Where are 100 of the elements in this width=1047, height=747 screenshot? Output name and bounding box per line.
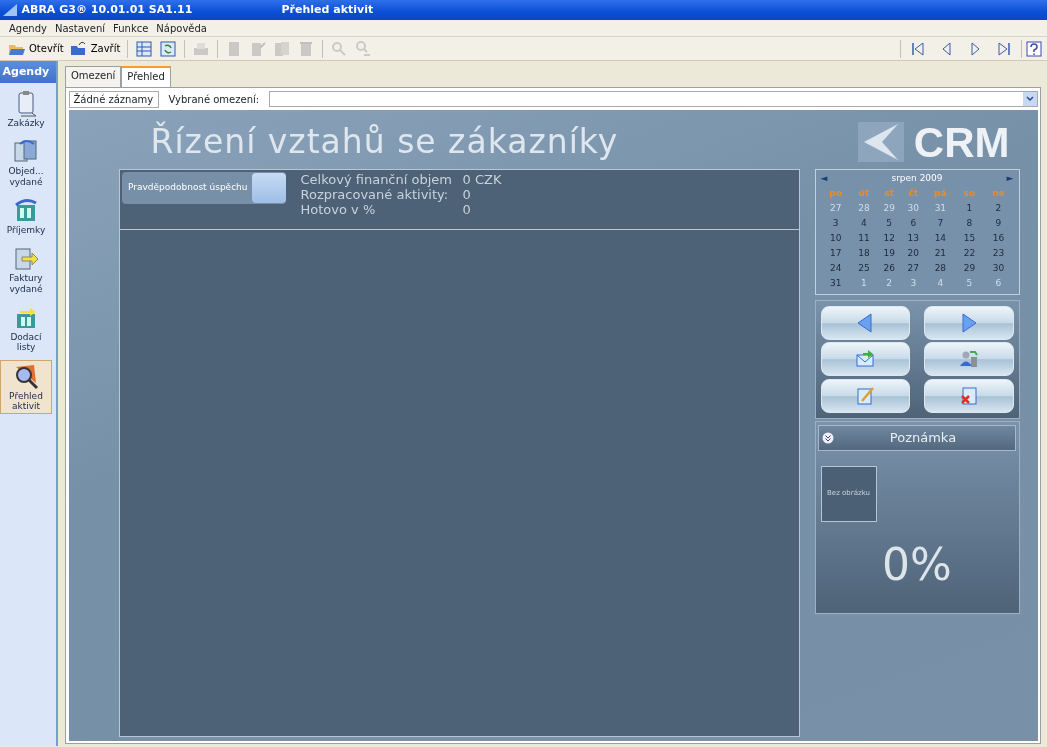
calendar-day[interactable]: 24: [820, 261, 851, 276]
calendar-day[interactable]: 9: [983, 216, 1014, 231]
menu-item[interactable]: Agendy: [5, 20, 51, 36]
success-probability-button[interactable]: Pravděpodobnost úspěchu: [122, 172, 286, 204]
calendar-day[interactable]: 8: [955, 216, 984, 231]
calendar-day[interactable]: 5: [955, 276, 984, 291]
calendar-day[interactable]: 5: [877, 216, 902, 231]
folder-icon: [69, 39, 88, 58]
filter-label: Vybrané omezení:: [168, 92, 260, 107]
sidebar-item[interactable]: Zakázky: [0, 87, 52, 132]
record-count-field: Žádné záznamy: [68, 90, 159, 108]
completion-percent: 0%: [881, 537, 953, 592]
stat-value: 0: [462, 202, 471, 217]
calendar-day[interactable]: 29: [877, 201, 902, 216]
calendar-day[interactable]: 1: [850, 276, 878, 291]
calendar-day[interactable]: 30: [901, 201, 926, 216]
calendar-day[interactable]: 2: [877, 276, 902, 291]
close-button[interactable]: Zavřít: [66, 38, 124, 59]
calendar-day[interactable]: 18: [850, 246, 878, 261]
logo-icon: [857, 122, 904, 162]
sidebar-item[interactable]: Dodací listy: [0, 301, 52, 356]
action-button[interactable]: [820, 378, 910, 413]
document-edit-icon: [249, 39, 268, 58]
table-icon: [135, 39, 154, 58]
calendar-day[interactable]: 27: [901, 261, 926, 276]
refresh-icon: [159, 39, 178, 58]
calendar-day[interactable]: 14: [925, 231, 956, 246]
sidebar-item[interactable]: Faktury vydané: [0, 242, 52, 298]
weekday-label: po: [828, 186, 843, 200]
sidebar-item[interactable]: Přehled aktivit: [0, 359, 52, 415]
calendar-day[interactable]: 2: [983, 201, 1014, 216]
calendar-day[interactable]: 6: [983, 276, 1014, 291]
delete-document-icon: [958, 385, 979, 406]
month-label: srpen 2009: [891, 172, 943, 185]
weekday-label: so: [962, 186, 977, 200]
calendar-day[interactable]: 26: [877, 261, 902, 276]
calendar-day[interactable]: 23: [983, 246, 1014, 261]
weekday-label: út: [857, 186, 871, 200]
filter-dropdown[interactable]: [269, 91, 1038, 107]
weekday-label: pá: [933, 186, 948, 200]
collapse-icon: [821, 431, 834, 444]
calendar-day[interactable]: 31: [925, 201, 956, 216]
menu-item[interactable]: Nastavení: [50, 20, 109, 36]
calendar-day[interactable]: 20: [901, 246, 926, 261]
stat-label: Rozpracované aktivity:: [300, 187, 450, 202]
stat-label: Celkový finanční objem: [300, 172, 453, 187]
previous-month-button[interactable]: ◄: [820, 172, 828, 186]
tab[interactable]: Omezení: [65, 66, 122, 87]
calendar-day[interactable]: 19: [877, 246, 902, 261]
calendar-day[interactable]: 17: [820, 246, 851, 261]
note-header[interactable]: Poznámka: [818, 424, 1016, 451]
logo-text: CRM: [913, 117, 1010, 168]
calendar-day[interactable]: 11: [850, 231, 878, 246]
calendar-day[interactable]: 3: [820, 216, 851, 231]
calendar-day[interactable]: 15: [955, 231, 984, 246]
calendar-day[interactable]: 4: [925, 276, 956, 291]
calendar-day[interactable]: 22: [955, 246, 984, 261]
calendar-day[interactable]: 28: [850, 201, 878, 216]
calendar-day[interactable]: 1: [955, 201, 984, 216]
calendar-day[interactable]: 29: [955, 261, 984, 276]
page-heading: Řízení vztahů se zákazníky: [150, 120, 619, 164]
action-button[interactable]: [924, 342, 1014, 376]
calendar-day[interactable]: 6: [901, 216, 926, 231]
calendar-day[interactable]: 13: [901, 231, 926, 246]
calendar-day[interactable]: 27: [820, 201, 851, 216]
calendar-day[interactable]: 31: [820, 276, 851, 291]
calendar-day[interactable]: 28: [925, 261, 956, 276]
calendar-day[interactable]: 7: [925, 216, 956, 231]
action-button[interactable]: [820, 342, 910, 376]
action-button[interactable]: [820, 305, 910, 340]
window-title: Přehled aktivit: [281, 1, 374, 18]
help-icon[interactable]: [1026, 40, 1042, 57]
next-month-button[interactable]: ►: [1006, 172, 1014, 186]
people-icon: [958, 349, 979, 369]
stat-label: Hotovo v %: [300, 202, 377, 217]
calendar-day[interactable]: 3: [901, 276, 926, 291]
calendar-day[interactable]: 12: [877, 231, 902, 246]
calendar-day[interactable]: 30: [983, 261, 1014, 276]
sidebar-item[interactable]: Příjemky: [0, 194, 52, 239]
calendar-day[interactable]: 21: [925, 246, 956, 261]
menu-item[interactable]: Funkce: [109, 20, 153, 36]
menu-item[interactable]: Nápověda: [152, 20, 211, 36]
calendar-day[interactable]: 16: [983, 231, 1014, 246]
action-button[interactable]: [924, 378, 1014, 413]
weekday-label: čt: [907, 186, 920, 200]
weekday-label: st: [883, 186, 895, 200]
sidebar-item[interactable]: Objed... vydané: [0, 135, 52, 191]
search-next-icon: [354, 39, 373, 58]
calendar-day[interactable]: 4: [850, 216, 878, 231]
window-app-name: ABRA G3® 10.01.01 SA1.11: [21, 1, 194, 18]
envelope-icon: [855, 349, 876, 369]
weekday-label: ne: [991, 186, 1006, 200]
calendar-day[interactable]: 25: [850, 261, 878, 276]
open-button[interactable]: Otevřít: [5, 38, 67, 59]
calendar-day[interactable]: 10: [820, 231, 851, 246]
edit-icon: [855, 385, 876, 406]
tab[interactable]: Přehled: [121, 66, 171, 87]
action-button[interactable]: [924, 305, 1014, 340]
app-logo-icon: [2, 4, 17, 16]
stat-value: 0 CZK: [462, 172, 502, 187]
